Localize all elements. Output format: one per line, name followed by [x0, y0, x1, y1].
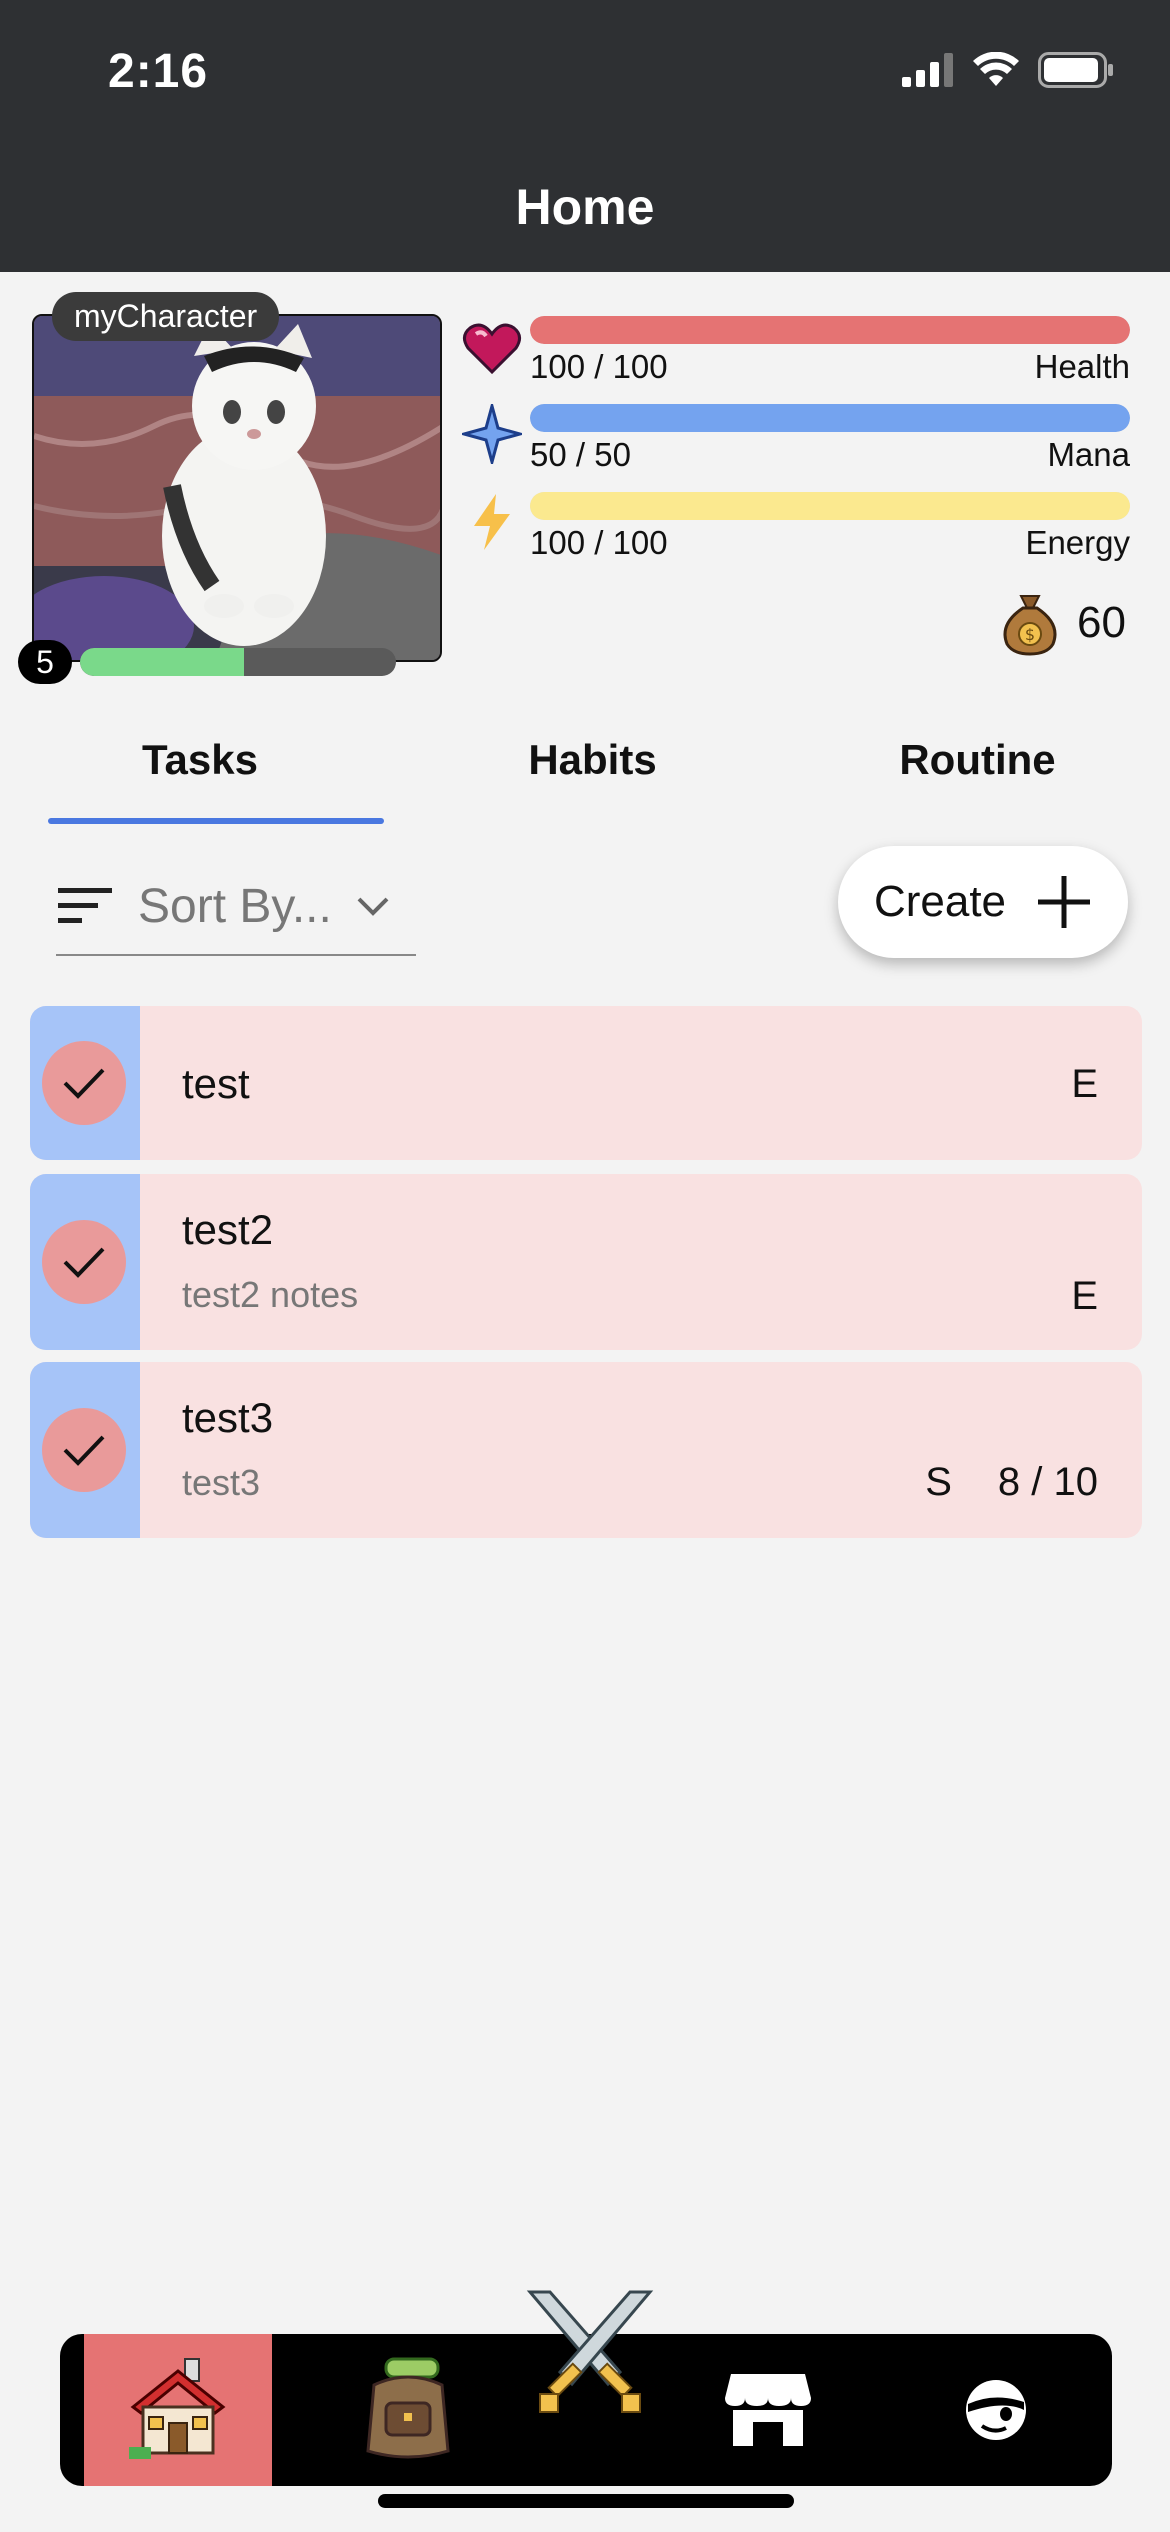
task-check-button[interactable]: [42, 1408, 126, 1492]
create-button[interactable]: Create: [838, 846, 1128, 958]
nav-shop-button[interactable]: [688, 2334, 848, 2486]
task-check-button[interactable]: [42, 1220, 126, 1304]
battle-icon: [526, 2290, 654, 2413]
sort-dropdown[interactable]: Sort By...: [56, 858, 416, 956]
battery-icon: [1038, 52, 1113, 88]
home-icon: [129, 2358, 226, 2459]
task-difficulty: E: [1071, 1274, 1098, 1318]
create-button-label: Create: [873, 877, 1007, 926]
status-time: 2:16: [108, 45, 209, 98]
status-icons: [902, 52, 1114, 88]
gold-counter: $ 60: [997, 590, 1126, 656]
mana-value: 50 / 50: [530, 436, 631, 473]
task-title: test2: [182, 1206, 274, 1253]
avatar-image: [34, 316, 440, 660]
shop-icon: [725, 2374, 811, 2446]
page-title: Home: [515, 179, 655, 235]
character-name: myCharacter: [52, 292, 280, 341]
task-check-button[interactable]: [42, 1041, 126, 1125]
sort-icon: [58, 888, 112, 923]
task-notes: test3: [182, 1462, 261, 1503]
app-header: 2:16 Home: [0, 0, 1170, 272]
lightning-icon: [474, 494, 510, 550]
check-icon: [63, 1247, 105, 1278]
tab-habits[interactable]: Habits: [400, 728, 785, 824]
svg-text:$: $: [1025, 625, 1035, 644]
mana-star-icon: [462, 404, 522, 464]
nav-inventory-button[interactable]: [328, 2334, 488, 2486]
tab-bar: Tasks Habits Routine: [0, 728, 1170, 824]
profile-icon: [966, 2380, 1026, 2440]
signal-icon: [902, 53, 953, 87]
energy-value: 100 / 100: [530, 524, 668, 561]
health-bar: [530, 316, 1130, 344]
bottom-nav: [60, 2290, 1112, 2486]
task-meta: S 8 / 10: [925, 1460, 1098, 1505]
health-bar-fill: [530, 316, 1130, 344]
energy-label: Energy: [1025, 524, 1130, 561]
mana-bar: [530, 404, 1130, 432]
xp-bar-fill: [80, 648, 245, 676]
energy-stat: 100 / 100 Energy: [530, 492, 1130, 562]
energy-bar: [530, 492, 1130, 520]
home-indicator: [378, 2494, 794, 2508]
task-item[interactable]: test3 test3 S 8 / 10: [30, 1362, 1142, 1538]
task-progress: 8 / 10: [997, 1460, 1098, 1504]
check-icon: [63, 1435, 105, 1466]
wifi-icon: [973, 52, 1019, 86]
mana-stat: 50 / 50 Mana: [530, 404, 1130, 474]
level-badge: 5: [18, 640, 72, 684]
task-notes: test2 notes: [182, 1274, 359, 1315]
task-title: test3: [182, 1394, 274, 1441]
task-difficulty: S: [925, 1460, 952, 1504]
heart-icon: [463, 323, 521, 375]
inventory-icon: [366, 2357, 450, 2459]
task-item[interactable]: test E: [30, 1006, 1142, 1160]
chevron-down-icon: [357, 897, 389, 916]
nav-profile-button[interactable]: [916, 2334, 1076, 2486]
xp-bar: [80, 648, 396, 676]
health-stat: 100 / 100 Health: [530, 316, 1130, 386]
sort-placeholder: Sort By...: [138, 879, 332, 933]
task-title: test: [182, 1060, 250, 1107]
money-bag-icon: $: [1003, 595, 1057, 656]
nav-battle-button[interactable]: [500, 2276, 680, 2428]
health-label: Health: [1034, 348, 1130, 385]
character-avatar[interactable]: [32, 314, 442, 662]
task-item[interactable]: test2 test2 notes E: [30, 1174, 1142, 1350]
gold-amount: 60: [1077, 598, 1126, 647]
tab-routine[interactable]: Routine: [785, 728, 1170, 824]
nav-home-button[interactable]: [84, 2334, 272, 2486]
mana-label: Mana: [1047, 436, 1130, 473]
energy-bar-fill: [530, 492, 1130, 520]
task-difficulty: E: [1071, 1062, 1098, 1106]
plus-icon: [1038, 876, 1091, 928]
check-icon: [63, 1068, 105, 1099]
health-value: 100 / 100: [530, 348, 668, 385]
tab-tasks[interactable]: Tasks: [0, 728, 400, 824]
mana-bar-fill: [530, 404, 1130, 432]
